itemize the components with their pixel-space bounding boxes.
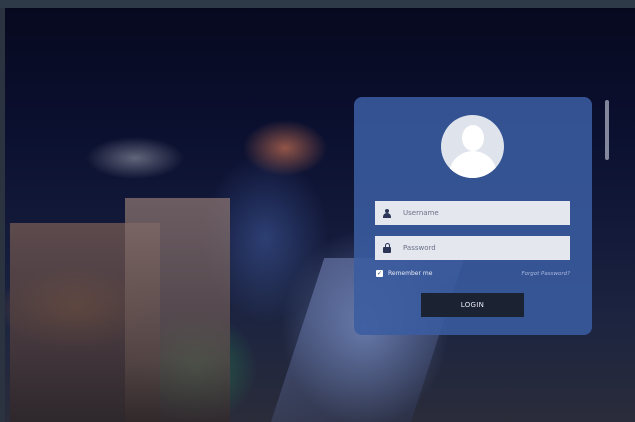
lock-icon xyxy=(375,236,399,260)
background-building xyxy=(125,198,230,422)
user-icon xyxy=(375,201,399,225)
remember-me[interactable]: ✓ Remember me xyxy=(376,270,432,277)
password-input[interactable] xyxy=(399,244,564,252)
top-bar xyxy=(0,0,635,8)
login-panel: ✓ Remember me Forgot Password? LOGIN xyxy=(354,97,592,335)
user-avatar-icon xyxy=(441,115,504,178)
password-field[interactable] xyxy=(375,236,570,260)
scrollbar[interactable] xyxy=(605,100,609,160)
username-input[interactable] xyxy=(399,209,564,217)
forgot-password-link[interactable]: Forgot Password? xyxy=(521,271,570,277)
avatar-shoulders xyxy=(449,151,497,178)
remember-label: Remember me xyxy=(388,270,433,277)
login-button[interactable]: LOGIN xyxy=(421,293,524,317)
check-icon: ✓ xyxy=(376,269,383,277)
avatar-head xyxy=(462,125,484,151)
username-field[interactable] xyxy=(375,201,570,225)
remember-checkbox[interactable]: ✓ xyxy=(376,270,383,277)
